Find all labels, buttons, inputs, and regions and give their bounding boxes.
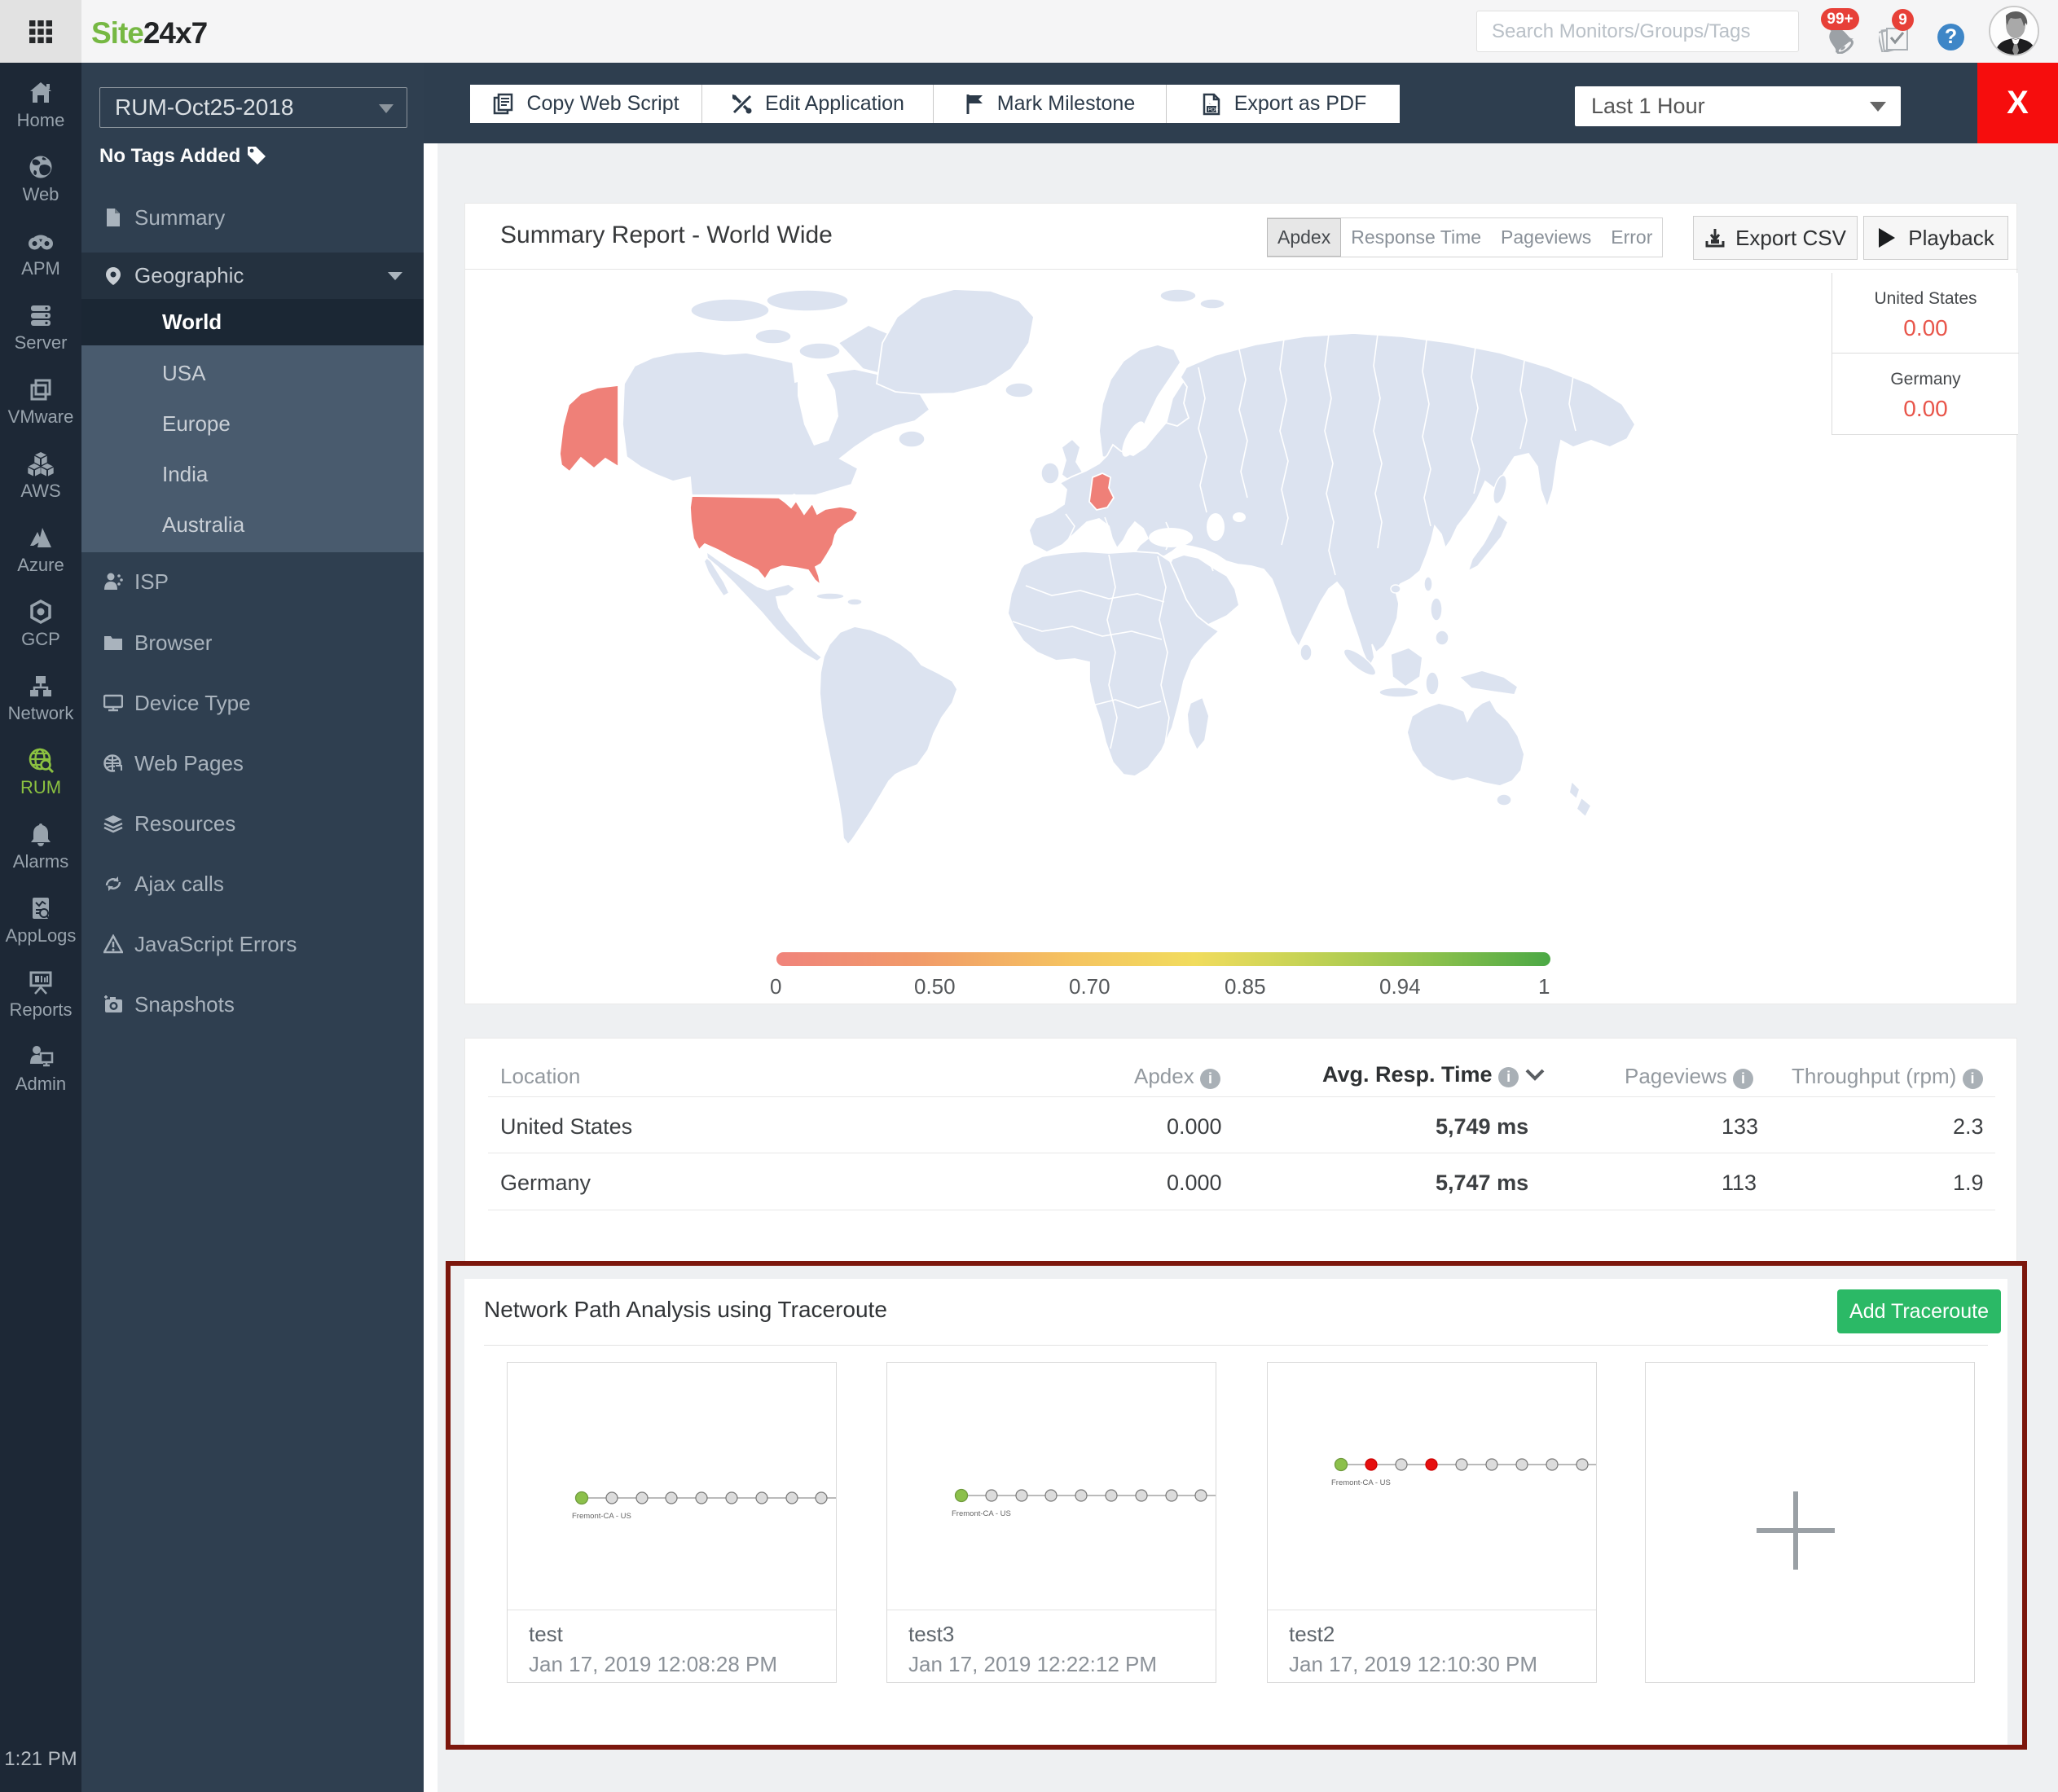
svg-text:Fremont-CA - US: Fremont-CA - US bbox=[572, 1512, 631, 1521]
svg-text:Fremont-CA - US: Fremont-CA - US bbox=[952, 1509, 1011, 1518]
svg-text:PDF: PDF bbox=[1207, 107, 1218, 112]
svg-text:Fremont-CA - US: Fremont-CA - US bbox=[1331, 1478, 1391, 1487]
